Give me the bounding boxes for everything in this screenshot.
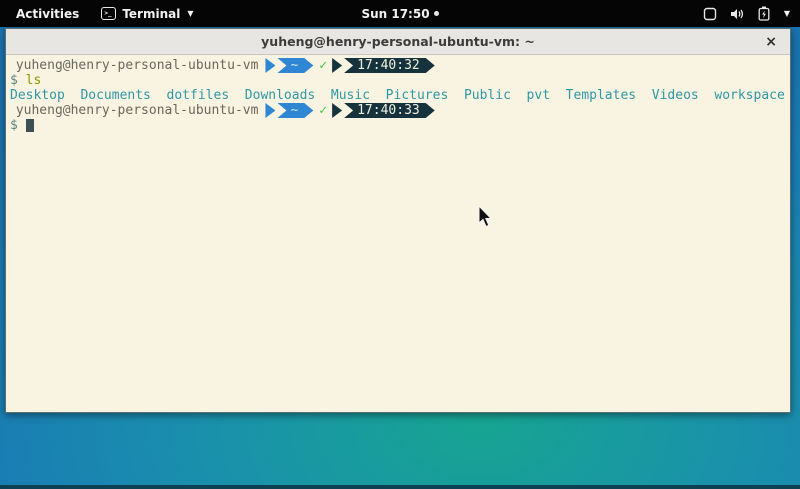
powerline-arrow-icon	[332, 58, 342, 73]
directory-entry: Desktop	[8, 88, 65, 103]
prompt-line-1: yuheng@henry-personal-ubuntu-vm ~ ✓ 17:4…	[8, 58, 790, 73]
volume-icon	[730, 7, 745, 21]
terminal-window: yuheng@henry-personal-ubuntu-vm: ~ × yuh…	[5, 28, 791, 413]
prompt-time-segment: 17:40:33	[344, 103, 435, 118]
prompt-symbol: $	[8, 118, 18, 133]
terminal-app-icon: >_	[101, 7, 116, 20]
directory-entry: dotfiles	[167, 88, 230, 103]
prompt-user-host: yuheng@henry-personal-ubuntu-vm	[8, 58, 258, 73]
directory-entry: workspace	[714, 88, 784, 103]
close-icon[interactable]: ×	[765, 35, 777, 49]
text-cursor	[26, 119, 34, 132]
window-titlebar[interactable]: yuheng@henry-personal-ubuntu-vm: ~ ×	[6, 29, 790, 55]
prompt-path-segment: ~	[277, 103, 313, 118]
chevron-down-icon: ▼	[187, 9, 193, 18]
prompt-user-host: yuheng@henry-personal-ubuntu-vm	[8, 103, 258, 118]
display-icon	[703, 7, 717, 21]
screen: Activities >_ Terminal ▼ Sun 17:50 ▼	[0, 0, 800, 489]
app-menu-label: Terminal	[122, 7, 180, 21]
battery-charging-icon	[758, 6, 770, 21]
directory-entry: Downloads	[245, 88, 315, 103]
top-bar: Activities >_ Terminal ▼ Sun 17:50 ▼	[0, 0, 800, 27]
directory-entry: Public	[464, 88, 511, 103]
command-text: ls	[26, 73, 42, 88]
ls-output-line: Desktop Documents dotfiles Downloads Mus…	[8, 88, 790, 103]
prompt-path-segment: ~	[277, 58, 313, 73]
prompt-time-segment: 17:40:32	[344, 58, 435, 73]
directory-entry: Videos	[652, 88, 699, 103]
notification-dot-icon	[434, 11, 439, 16]
directory-entry: Templates	[566, 88, 636, 103]
prompt-line-2: yuheng@henry-personal-ubuntu-vm ~ ✓ 17:4…	[8, 103, 790, 118]
status-check-icon: ✓	[319, 103, 327, 118]
directory-entry: Music	[331, 88, 370, 103]
powerline-arrow-icon	[265, 58, 275, 73]
directory-entry: pvt	[527, 88, 550, 103]
system-status-area[interactable]: ▼	[703, 0, 790, 27]
input-line[interactable]: $	[8, 118, 790, 133]
powerline-arrow-icon	[332, 103, 342, 118]
powerline-arrow-icon	[265, 103, 275, 118]
activities-button[interactable]: Activities	[12, 5, 83, 23]
terminal-content[interactable]: yuheng@henry-personal-ubuntu-vm ~ ✓ 17:4…	[6, 55, 790, 412]
command-line: $ ls	[8, 73, 790, 88]
directory-entry: Documents	[80, 88, 150, 103]
prompt-symbol: $	[8, 73, 18, 88]
wallpaper-bottom-edge	[0, 485, 800, 489]
window-title: yuheng@henry-personal-ubuntu-vm: ~	[261, 34, 535, 49]
directory-entry: Pictures	[386, 88, 449, 103]
chevron-down-icon: ▼	[784, 9, 790, 18]
mouse-cursor-icon	[478, 206, 494, 228]
clock-label[interactable]: Sun 17:50	[361, 7, 429, 21]
status-check-icon: ✓	[319, 58, 327, 73]
app-menu-button[interactable]: >_ Terminal ▼	[101, 7, 193, 21]
